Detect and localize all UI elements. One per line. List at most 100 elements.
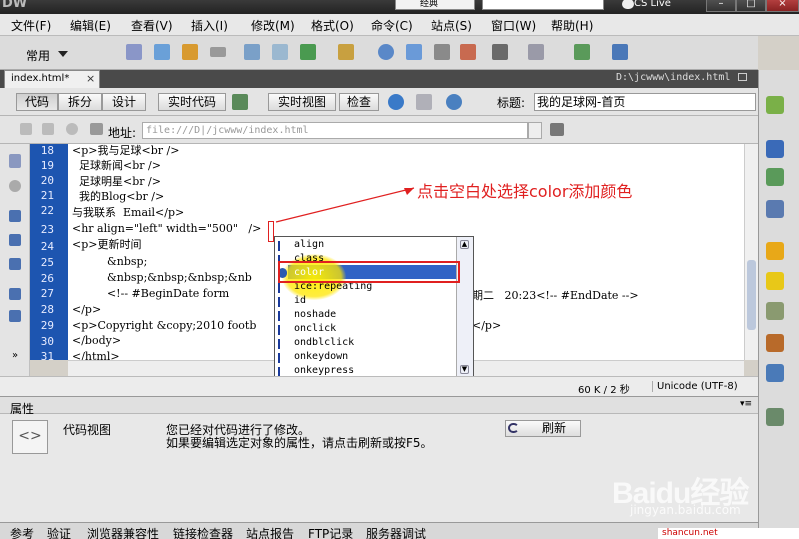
script-icon[interactable]: [492, 44, 508, 60]
forward-icon[interactable]: [42, 123, 54, 135]
collapse-tag-icon[interactable]: [9, 210, 21, 222]
code-view-label: 代码视图: [63, 423, 112, 437]
code-line: <p>我与足球<br />: [72, 144, 180, 157]
databases-icon[interactable]: [766, 364, 784, 382]
code-view-button[interactable]: 代码: [16, 93, 58, 111]
expand-all-icon[interactable]: [9, 258, 21, 270]
collapse-selection-icon[interactable]: [9, 234, 21, 246]
chevron-down-icon[interactable]: [528, 122, 542, 139]
popup-scrollbar[interactable]: ▲ ▼: [456, 237, 473, 377]
tab-link-checker[interactable]: 链接检查器: [173, 525, 233, 539]
live-code-button[interactable]: 实时代码: [158, 93, 226, 111]
date-icon[interactable]: [378, 44, 394, 60]
live-view-button[interactable]: 实时视图: [268, 93, 336, 111]
show-code-navigator-icon[interactable]: [9, 180, 21, 192]
visual-aids-icon[interactable]: [416, 94, 432, 110]
horizontal-rule-icon[interactable]: [210, 47, 226, 57]
menu-edit[interactable]: 编辑(E): [70, 17, 111, 34]
inspect-button[interactable]: 检查: [339, 93, 379, 111]
menu-format[interactable]: 格式(O): [311, 17, 354, 34]
menu-insert[interactable]: 插入(I): [191, 17, 228, 34]
named-anchor-icon[interactable]: [182, 44, 198, 60]
media-icon[interactable]: [338, 44, 354, 60]
server-include-icon[interactable]: [406, 44, 422, 60]
head-icon[interactable]: [460, 44, 476, 60]
split-view-button[interactable]: 拆分: [58, 93, 102, 111]
div-icon[interactable]: [272, 44, 288, 60]
help-search-input[interactable]: [482, 0, 604, 10]
more-icon[interactable]: »: [12, 350, 18, 361]
tab-browser-compat[interactable]: 浏览器兼容性: [87, 525, 159, 539]
insert-category[interactable]: 常用: [26, 47, 50, 64]
menu-commands[interactable]: 命令(C): [371, 17, 413, 34]
globe-icon[interactable]: [388, 94, 404, 110]
panel-menu-icon[interactable]: ▾≡: [740, 399, 752, 409]
line-number-gutter: 18 19 20 21 22 23 24 25 26 27 28 29 30 3…: [30, 144, 68, 363]
chevron-down-icon[interactable]: [58, 51, 68, 57]
insert-panel-icon[interactable]: [766, 96, 784, 114]
snippets-icon[interactable]: [766, 272, 784, 290]
site-map-icon[interactable]: [766, 408, 784, 426]
comment-icon[interactable]: [434, 44, 450, 60]
tab-validation[interactable]: 验证: [47, 525, 71, 539]
tab-ftp-log[interactable]: FTP记录: [308, 525, 353, 539]
menu-help[interactable]: 帮助(H): [551, 17, 593, 34]
line-number: 27: [40, 287, 54, 300]
select-parent-tag-icon[interactable]: [9, 288, 21, 300]
address-label: 地址:: [108, 126, 137, 140]
inspect-icon[interactable]: [232, 94, 248, 110]
ap-elements-icon[interactable]: [766, 168, 784, 186]
css-styles-icon[interactable]: [766, 140, 784, 158]
files-icon[interactable]: [766, 334, 784, 352]
menu-site[interactable]: 站点(S): [431, 17, 472, 34]
address-input[interactable]: file:///D|/jcwww/index.html: [142, 122, 528, 139]
tag-inspector-icon[interactable]: [766, 200, 784, 218]
hint-item-onkeydown[interactable]: onkeydown: [294, 351, 348, 362]
tab-site-reports[interactable]: 站点报告: [246, 525, 294, 539]
balance-braces-icon[interactable]: [9, 310, 21, 322]
reload-icon[interactable]: [66, 123, 78, 135]
image-icon[interactable]: [300, 44, 316, 60]
close-window-button[interactable]: ×: [766, 0, 799, 12]
tag-chooser-icon[interactable]: [574, 44, 590, 60]
hyperlink-icon[interactable]: [126, 44, 142, 60]
view-options-icon[interactable]: [550, 123, 564, 136]
hint-item-noshade[interactable]: noshade: [294, 309, 336, 320]
menu-view[interactable]: 查看(V): [131, 17, 173, 34]
menu-file[interactable]: 文件(F): [11, 17, 51, 34]
templates-icon[interactable]: [528, 44, 544, 60]
refresh-icon[interactable]: [446, 94, 462, 110]
minimize-button[interactable]: –: [706, 0, 736, 12]
hint-item-onkeypress[interactable]: onkeypress: [294, 365, 354, 376]
scrollbar-thumb[interactable]: [747, 260, 756, 330]
restore-icon[interactable]: [738, 73, 747, 81]
back-icon[interactable]: [20, 123, 32, 135]
menu-modify[interactable]: 修改(M): [251, 17, 295, 34]
table-icon[interactable]: [244, 44, 260, 60]
properties-header[interactable]: 属性 ▾≡: [0, 396, 758, 416]
hint-item-ondblclick[interactable]: ondblclick: [294, 337, 354, 348]
page-title-input[interactable]: 我的足球网-首页: [534, 93, 756, 111]
behaviors-icon[interactable]: [766, 242, 784, 260]
menu-window[interactable]: 窗口(W): [491, 17, 536, 34]
maximize-button[interactable]: □: [736, 0, 766, 12]
open-documents-icon[interactable]: [9, 154, 21, 168]
line-number: 23: [40, 223, 54, 236]
tab-server-debug[interactable]: 服务器调试: [366, 525, 426, 539]
hint-item-onclick[interactable]: onclick: [294, 323, 336, 334]
site-watermark: shancun.net: [658, 528, 799, 539]
line-number: 28: [40, 303, 54, 316]
assets-icon[interactable]: [766, 302, 784, 320]
tab-reference[interactable]: 参考: [10, 525, 34, 539]
hint-item-id[interactable]: id: [294, 295, 306, 306]
hint-item-align[interactable]: align: [294, 239, 324, 250]
home-icon[interactable]: [90, 123, 103, 135]
cs-live-icon: [622, 0, 634, 9]
menubar: 文件(F) 编辑(E) 查看(V) 插入(I) 修改(M) 格式(O) 命令(C…: [0, 14, 799, 36]
workspace-layout-select[interactable]: 经典: [395, 0, 475, 10]
library-icon[interactable]: [612, 44, 628, 60]
email-link-icon[interactable]: [154, 44, 170, 60]
design-view-button[interactable]: 设计: [102, 93, 146, 111]
annotation-arrow: [275, 187, 415, 223]
close-tab-icon[interactable]: ×: [86, 72, 95, 85]
